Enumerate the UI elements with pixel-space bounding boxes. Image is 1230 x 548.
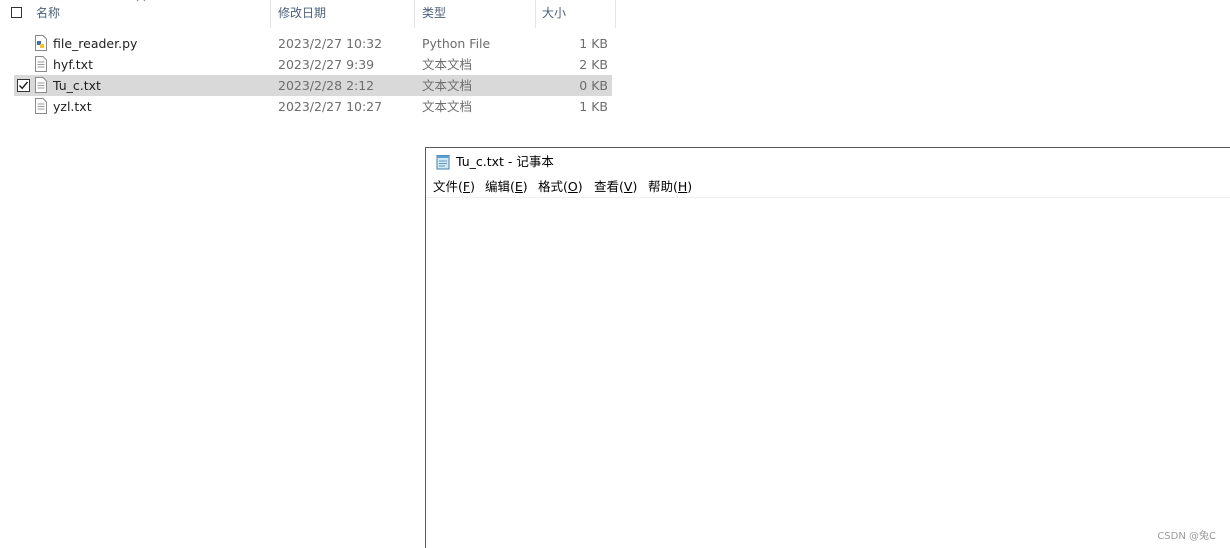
menu-label-tail: ) xyxy=(632,179,638,194)
menu-accelerator: F xyxy=(462,179,471,194)
file-type: 文本文档 xyxy=(422,78,473,93)
text-file-icon xyxy=(35,98,47,114)
file-type: Python File xyxy=(422,36,491,51)
menu-accelerator: O xyxy=(567,179,578,194)
menu-format[interactable]: 格式(O) xyxy=(538,177,583,197)
select-all-checkbox[interactable] xyxy=(11,7,22,18)
notepad-window: Tu_c.txt - 记事本 文件(F) 编辑(E) 格式(O) 查看(V) 帮… xyxy=(425,147,1230,548)
file-date: 2023/2/27 10:27 xyxy=(278,99,383,114)
column-separator[interactable] xyxy=(414,0,415,28)
file-type: 文本文档 xyxy=(422,57,473,72)
column-header-row: 名称 修改日期 类型 大小 xyxy=(0,0,616,28)
menu-label: 查看( xyxy=(594,179,624,194)
menu-view[interactable]: 查看(V) xyxy=(594,177,637,197)
file-size: 1 KB xyxy=(579,99,608,114)
row-checkbox-checked[interactable] xyxy=(17,79,30,92)
text-file-icon xyxy=(35,56,47,72)
notepad-title: Tu_c.txt - 记事本 xyxy=(456,154,554,169)
text-file-icon xyxy=(35,77,47,93)
checkmark-icon xyxy=(18,81,29,90)
notepad-menubar: 文件(F) 编辑(E) 格式(O) 查看(V) 帮助(H) xyxy=(426,177,1230,198)
file-size: 0 KB xyxy=(579,78,608,93)
file-date: 2023/2/27 9:39 xyxy=(278,57,375,72)
sort-ascending-icon xyxy=(136,0,146,2)
file-size: 2 KB xyxy=(579,57,608,72)
watermark: CSDN @兔C xyxy=(1157,531,1216,542)
menu-label-tail: ) xyxy=(577,179,583,194)
file-type: 文本文档 xyxy=(422,99,473,114)
menu-label: 帮助( xyxy=(648,179,678,194)
menu-label: 编辑( xyxy=(485,179,515,194)
file-name: hyf.txt xyxy=(53,57,93,72)
menu-edit[interactable]: 编辑(E) xyxy=(485,177,528,197)
notepad-titlebar[interactable]: Tu_c.txt - 记事本 xyxy=(426,148,1230,176)
menu-accelerator: H xyxy=(677,179,688,194)
column-header-name[interactable]: 名称 xyxy=(36,0,60,28)
menu-label-tail: ) xyxy=(522,179,528,194)
file-row[interactable]: hyf.txt 2023/2/27 9:39 文本文档 2 KB xyxy=(14,54,612,75)
file-name: yzl.txt xyxy=(53,99,92,114)
screen: 名称 修改日期 类型 大小 file_reader.py 2023/2/27 1… xyxy=(0,0,1230,548)
column-separator[interactable] xyxy=(615,0,616,28)
file-row[interactable]: file_reader.py 2023/2/27 10:32 Python Fi… xyxy=(14,33,612,54)
menu-label-tail: ) xyxy=(687,179,693,194)
file-row-selected[interactable]: Tu_c.txt 2023/2/28 2:12 文本文档 0 KB xyxy=(14,75,612,96)
file-size: 1 KB xyxy=(579,36,608,51)
column-header-size[interactable]: 大小 xyxy=(542,0,566,28)
menu-label: 文件( xyxy=(433,179,463,194)
menu-help[interactable]: 帮助(H) xyxy=(648,177,692,197)
python-file-icon xyxy=(35,35,47,51)
column-header-type[interactable]: 类型 xyxy=(422,0,446,28)
menu-label: 格式( xyxy=(538,179,568,194)
column-separator[interactable] xyxy=(270,0,271,28)
file-name: Tu_c.txt xyxy=(53,78,101,93)
menu-file[interactable]: 文件(F) xyxy=(433,177,475,197)
menu-accelerator: E xyxy=(514,179,523,194)
file-row[interactable]: yzl.txt 2023/2/27 10:27 文本文档 1 KB xyxy=(14,96,612,117)
file-date: 2023/2/27 10:32 xyxy=(278,36,383,51)
column-separator[interactable] xyxy=(535,0,536,28)
menu-label-tail: ) xyxy=(470,179,475,194)
file-date: 2023/2/28 2:12 xyxy=(278,78,375,93)
column-header-date[interactable]: 修改日期 xyxy=(278,0,326,28)
notepad-text-area[interactable] xyxy=(426,198,1230,548)
notepad-app-icon xyxy=(436,155,450,170)
file-name: file_reader.py xyxy=(53,36,138,51)
